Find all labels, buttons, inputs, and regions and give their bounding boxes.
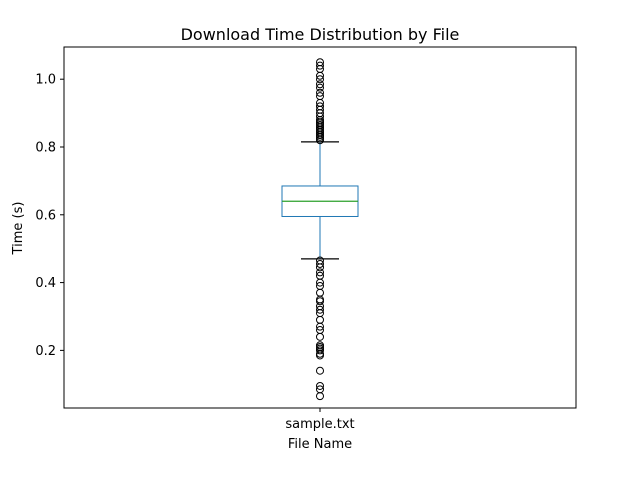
outlier-point — [316, 332, 324, 341]
y-tick-label: 1.0 — [35, 73, 56, 88]
chart-title: Download Time Distribution by File — [181, 25, 460, 44]
outlier-point — [316, 288, 324, 297]
y-tick-label: 0.2 — [35, 344, 56, 359]
y-tick-label: 0.6 — [35, 208, 56, 223]
y-tick-label: 0.4 — [35, 276, 56, 291]
boxplot-chart: Download Time Distribution by File 0.20.… — [11, 25, 577, 452]
y-tick-label: 0.8 — [35, 140, 56, 155]
x-tick-label: sample.txt — [285, 417, 354, 432]
outlier-point — [316, 295, 324, 304]
outlier-point — [316, 366, 324, 375]
outlier-point — [316, 392, 324, 401]
outlier-point — [316, 315, 324, 324]
x-axis-label: File Name — [288, 437, 352, 452]
box-series — [281, 58, 359, 401]
y-axis: 0.2 0.4 0.6 0.8 1.0 — [35, 73, 64, 359]
y-axis-label: Time (s) — [11, 202, 26, 256]
outlier-point — [316, 297, 324, 306]
x-axis: sample.txt — [285, 408, 355, 432]
